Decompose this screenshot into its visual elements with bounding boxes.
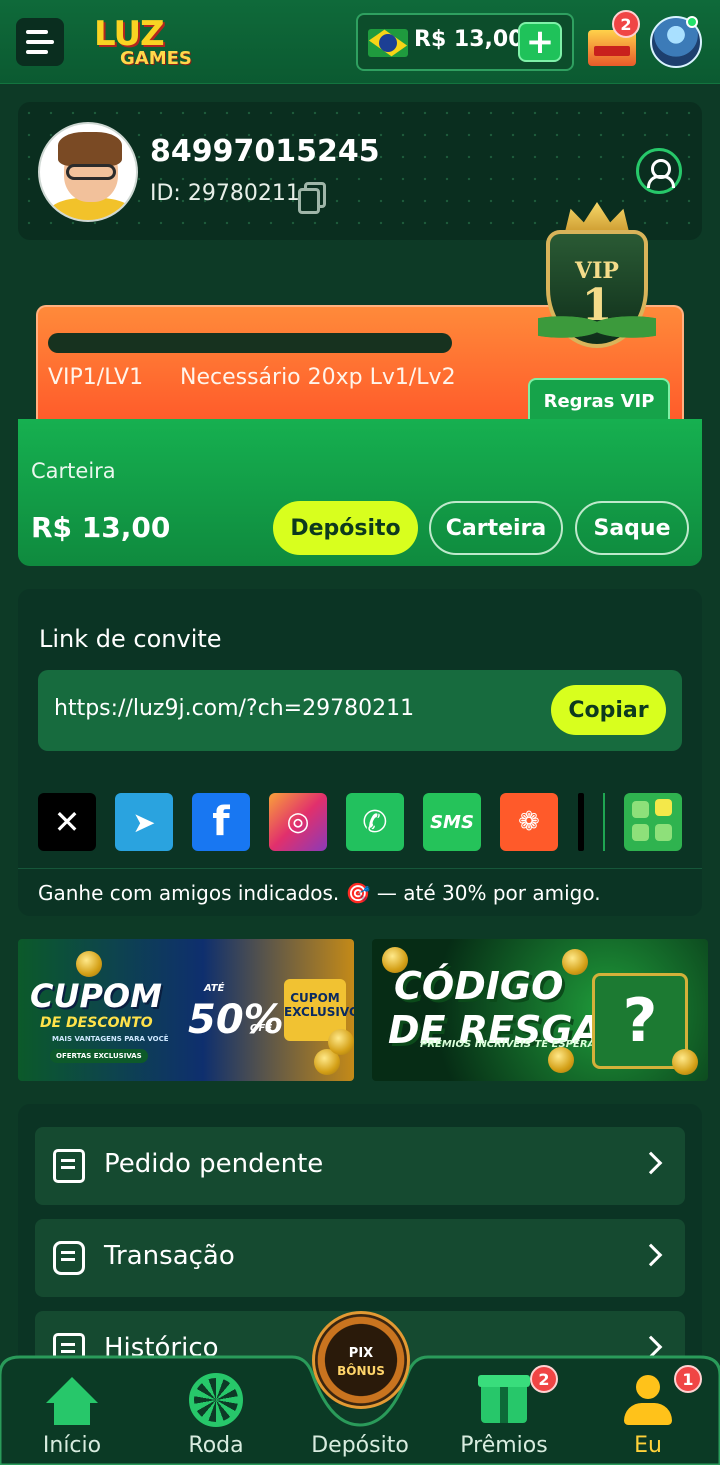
nav-me[interactable]: Eu 1 (588, 1365, 708, 1465)
invite-link-box: https://luz9j.com/?ch=29780211 Copiar (38, 670, 682, 751)
wallet-button[interactable]: Carteira (429, 501, 563, 555)
pix-bonus-button[interactable]: PIX BÔNUS (312, 1311, 410, 1409)
home-icon (46, 1377, 98, 1425)
divider (603, 793, 605, 851)
nav-wheel[interactable]: Roda (156, 1369, 276, 1465)
telegram-share-icon[interactable]: ➤ (115, 793, 173, 851)
menu-item-pending-order[interactable]: Pedido pendente (35, 1127, 685, 1205)
wallet-amount: R$ 13,00 (31, 511, 171, 544)
share-row: ✕ ➤ f ◎ ✆ SMS ❁ (38, 793, 682, 851)
treasure-chest-icon[interactable]: 2 (584, 10, 640, 70)
online-status-dot (686, 16, 698, 28)
notification-badge: 2 (612, 10, 640, 38)
nav-prizes[interactable]: Prêmios 2 (444, 1365, 564, 1465)
facebook-share-icon[interactable]: f (192, 793, 250, 851)
menu-item-transaction[interactable]: Transação (35, 1219, 685, 1297)
balance-pill[interactable]: R$ 13,00 + (356, 13, 574, 71)
tiktok-share-icon[interactable] (578, 793, 584, 851)
top-bar: LUZ GAMES R$ 13,00 + 2 (0, 0, 720, 84)
notification-badge: 2 (530, 1365, 558, 1393)
vip-level: VIP1/LV1 (48, 365, 144, 390)
chevron-right-icon (639, 1243, 663, 1267)
withdraw-button[interactable]: Saque (575, 501, 689, 555)
vip-requirement: Necessário 20xp Lv1/Lv2 (180, 365, 456, 390)
coupon-banner[interactable]: CUPOM DE DESCONTO MAIS VANTAGENS PARA VO… (18, 939, 354, 1081)
deposit-button[interactable]: Depósito (273, 501, 418, 555)
invite-note: Ganhe com amigos indicados. 🎯 — até 30% … (18, 868, 702, 916)
user-icon (624, 1375, 672, 1427)
instagram-share-icon[interactable]: ◎ (269, 793, 327, 851)
user-id: ID: 29780211 (150, 181, 300, 206)
whatsapp-share-icon[interactable]: ✆ (346, 793, 404, 851)
menu-icon[interactable] (16, 18, 64, 66)
username: 84997015245 (150, 134, 380, 169)
wheel-icon (189, 1373, 243, 1427)
wallet-label: Carteira (31, 459, 116, 483)
header-balance: R$ 13,00 (414, 27, 524, 52)
profile-avatar[interactable] (38, 122, 138, 222)
wallet-card: Carteira R$ 13,00 Depósito Carteira Saqu… (18, 419, 702, 566)
invite-url[interactable]: https://luz9j.com/?ch=29780211 (54, 696, 414, 721)
nav-home[interactable]: Início (12, 1369, 132, 1465)
x-share-icon[interactable]: ✕ (38, 793, 96, 851)
bottom-nav: Início Roda Depósito PIX BÔNUS Prêmios 2… (0, 1311, 720, 1465)
sms-share-icon[interactable]: SMS (423, 793, 481, 851)
invite-title: Link de convite (39, 625, 222, 653)
gift-icon (478, 1375, 530, 1423)
invite-card: Link de convite https://luz9j.com/?ch=29… (18, 589, 702, 916)
wallet-icon (53, 1241, 85, 1275)
brazil-flag-icon (368, 29, 408, 57)
kwai-share-icon[interactable]: ❁ (500, 793, 558, 851)
receipt-icon (53, 1149, 85, 1183)
redeem-code-banner[interactable]: CÓDIGO DE RESGATE PRÊMIOS INCRÍVEIS TE E… (372, 939, 708, 1081)
edit-profile-icon[interactable] (636, 148, 682, 194)
vip-badge-icon: VIP 1 (538, 202, 656, 370)
notification-badge: 1 (674, 1365, 702, 1393)
vip-progress-bar (48, 333, 452, 353)
app-logo[interactable]: LUZ GAMES (94, 12, 212, 72)
copy-icon[interactable] (298, 182, 326, 214)
add-funds-button[interactable]: + (518, 22, 562, 62)
vip-rules-button[interactable]: Regras VIP (528, 378, 670, 422)
copy-link-button[interactable]: Copiar (551, 685, 666, 735)
more-apps-icon[interactable] (624, 793, 682, 851)
chevron-right-icon (639, 1151, 663, 1175)
